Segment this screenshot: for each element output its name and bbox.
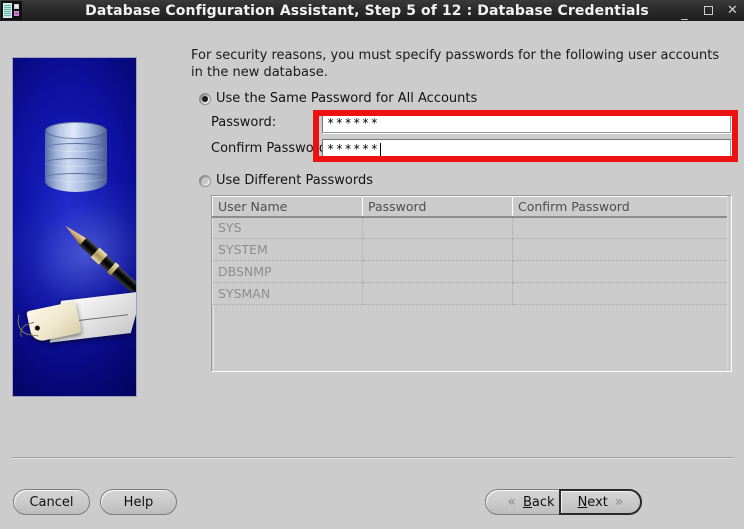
table-right-edge — [727, 196, 731, 371]
chevron-right-icon: » — [614, 494, 624, 510]
cell-confirm[interactable] — [512, 260, 731, 283]
cancel-button-label: Cancel — [29, 494, 74, 510]
window-controls: _ ✕ — [679, 0, 738, 21]
cancel-button[interactable]: Cancel — [13, 489, 90, 515]
table-row[interactable]: DBSNMP — [212, 260, 731, 283]
instruction-text: For security reasons, you must specify p… — [191, 48, 720, 80]
column-header-confirm-password[interactable]: Confirm Password — [512, 196, 731, 218]
table-empty-area — [213, 306, 730, 370]
window-title: Database Configuration Assistant, Step 5… — [85, 2, 649, 19]
radio-label-same-password: Use the Same Password for All Accounts — [216, 91, 478, 106]
table-header: User Name Password Confirm Password — [212, 196, 731, 218]
minimize-icon[interactable]: _ — [679, 7, 690, 20]
cell-confirm[interactable] — [512, 238, 731, 261]
confirm-password-input[interactable]: ****** — [322, 139, 731, 159]
help-button[interactable]: Help — [100, 489, 177, 515]
cylinder-top — [45, 122, 107, 139]
close-icon[interactable]: ✕ — [727, 4, 738, 17]
cell-confirm[interactable] — [512, 216, 731, 239]
password-label: Password: — [211, 115, 277, 130]
column-header-password[interactable]: Password — [362, 196, 513, 218]
help-button-label: Help — [123, 494, 154, 510]
database-cylinder-icon — [45, 121, 107, 199]
icon-square-bottom — [14, 11, 19, 16]
text-cursor — [380, 142, 382, 156]
confirm-password-label: Confirm Password — [211, 141, 328, 156]
cell-username: SYSTEM — [212, 238, 363, 261]
cell-username: SYSMAN — [212, 282, 363, 305]
next-button[interactable]: Next » — [559, 489, 642, 515]
cell-confirm[interactable] — [512, 282, 731, 305]
navigation-button-group: « Back Next » — [485, 489, 642, 515]
table-body: SYS SYSTEM DBSNMP SYSMAN — [212, 216, 731, 305]
cell-password[interactable] — [362, 238, 513, 261]
database-app-icon — [1, 1, 22, 20]
cell-username: DBSNMP — [212, 260, 363, 283]
cell-password[interactable] — [362, 216, 513, 239]
credentials-table: User Name Password Confirm Password SYS … — [211, 195, 732, 372]
title-bar: Database Configuration Assistant, Step 5… — [0, 0, 744, 21]
cylinder-ring — [45, 173, 107, 182]
icon-square-top — [14, 4, 19, 9]
table-row[interactable]: SYSTEM — [212, 238, 731, 261]
chevron-left-icon: « — [507, 494, 516, 510]
back-button-label: Back — [523, 494, 555, 510]
password-input-value: ****** — [327, 116, 380, 130]
column-header-username[interactable]: User Name — [212, 196, 363, 218]
password-input[interactable]: ****** — [322, 113, 731, 133]
maximize-icon[interactable] — [703, 6, 714, 15]
cylinder-ring — [45, 158, 107, 167]
cell-password[interactable] — [362, 282, 513, 305]
credentials-table-grid: User Name Password Confirm Password SYS … — [212, 196, 731, 305]
cell-username: SYS — [212, 216, 363, 239]
cell-password[interactable] — [362, 260, 513, 283]
icon-cylinder-shape — [3, 3, 12, 18]
radio-option-different-passwords[interactable]: Use Different Passwords — [199, 173, 373, 188]
radio-button-icon-selected[interactable] — [199, 92, 211, 105]
confirm-password-input-value: ****** — [327, 142, 380, 156]
footer-separator — [12, 457, 734, 459]
radio-button-icon-unselected[interactable] — [199, 174, 211, 187]
sidebar-illustration — [12, 57, 137, 397]
table-header-row: User Name Password Confirm Password — [212, 196, 731, 218]
table-row[interactable]: SYS — [212, 216, 731, 239]
cylinder-ring — [45, 143, 107, 152]
next-button-label: Next — [577, 494, 608, 510]
table-row[interactable]: SYSMAN — [212, 282, 731, 305]
application-window: Database Configuration Assistant, Step 5… — [0, 0, 744, 529]
radio-option-same-password[interactable]: Use the Same Password for All Accounts — [199, 91, 477, 106]
radio-label-different-passwords: Use Different Passwords — [216, 173, 374, 188]
